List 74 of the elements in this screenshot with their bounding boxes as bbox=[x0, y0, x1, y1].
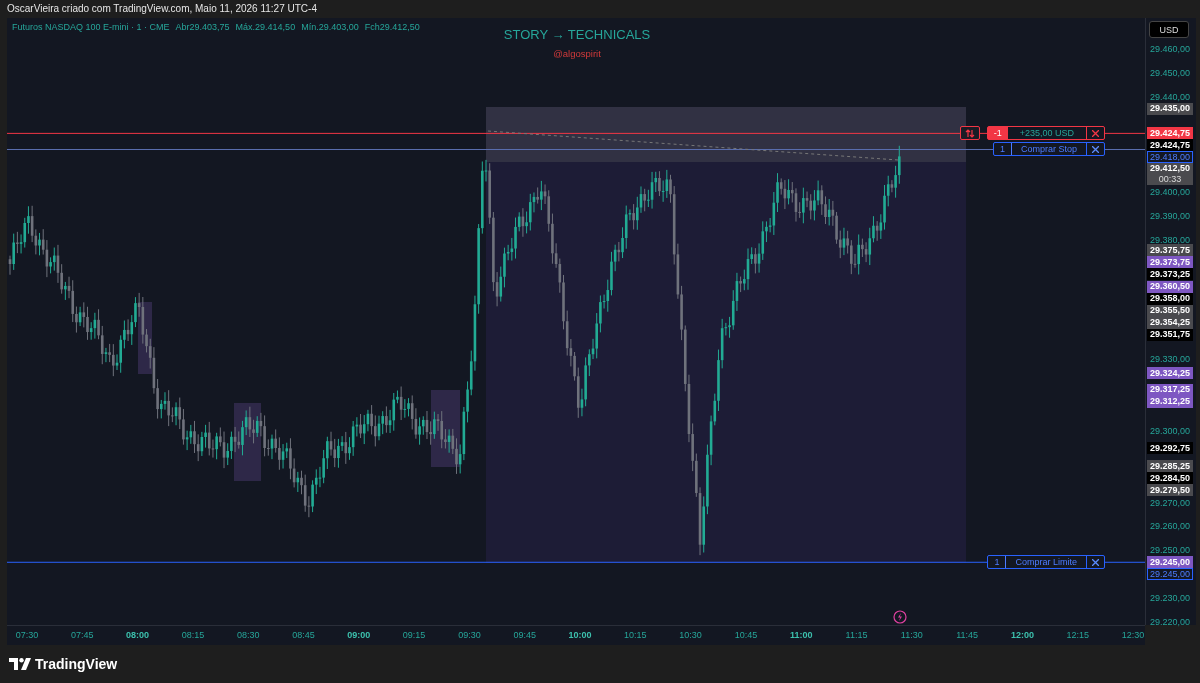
legend-text: Mín.29.403,00 bbox=[301, 22, 359, 32]
time-label: 09:30 bbox=[458, 630, 481, 640]
price-tag: 29.412,50 00:33 bbox=[1147, 163, 1193, 186]
price-tag: 29.245,00 bbox=[1147, 568, 1193, 581]
price-label: 29.440,00 bbox=[1150, 92, 1191, 102]
legend-text: Abr29.403,75 bbox=[175, 22, 230, 32]
time-label: 11:00 bbox=[789, 630, 813, 640]
brand-name: TradingView bbox=[35, 656, 118, 672]
price-label: 29.400,00 bbox=[1150, 187, 1191, 198]
chart-headline: STORY → TECHNICALS bbox=[503, 27, 651, 42]
price-label: 29.330,00 bbox=[1150, 354, 1191, 365]
profit-label: +235,00 USD bbox=[1007, 127, 1087, 140]
price-tag: 29.418,00 bbox=[1147, 151, 1193, 164]
time-label: 07:45 bbox=[71, 630, 94, 640]
time-label: 12:00 bbox=[1010, 630, 1034, 640]
time-label: 08:15 bbox=[181, 630, 205, 640]
price-label: 29.250,00 bbox=[1150, 545, 1191, 556]
order-label: Comprar Limite bbox=[1006, 556, 1087, 569]
time-label: 08:30 bbox=[236, 630, 260, 640]
price-tag: 29.285,25 bbox=[1147, 460, 1193, 473]
price-tag: 29.360,50 bbox=[1147, 280, 1193, 293]
time-label: 09:15 bbox=[402, 630, 426, 640]
price-tag: 29.292,75 bbox=[1147, 442, 1193, 455]
time-label: 07:30 bbox=[15, 630, 39, 640]
price-label: 29.220,00 bbox=[1150, 616, 1191, 627]
price-tag: 29.373,75 bbox=[1147, 256, 1193, 269]
close-icon bbox=[1092, 558, 1099, 566]
price-tag: 29.317,25 bbox=[1147, 383, 1193, 396]
price-label: 29.450,00 bbox=[1150, 68, 1191, 79]
price-tag: 29.373,25 bbox=[1147, 268, 1193, 281]
up-down-arrows-icon bbox=[964, 128, 975, 138]
logo-icon bbox=[9, 658, 31, 670]
price-label: 29.270,00 bbox=[1150, 497, 1191, 508]
time-label: 10:30 bbox=[679, 630, 702, 640]
author-handle: @algospirit bbox=[553, 48, 601, 59]
reverse-position-button[interactable] bbox=[959, 126, 980, 141]
price-tag: 29.424,75 bbox=[1147, 139, 1193, 152]
time-label: 12:30 bbox=[1121, 630, 1145, 640]
price-label: 29.380,00 bbox=[1150, 235, 1191, 246]
time-label: 10:00 bbox=[568, 630, 592, 640]
price-tag: 29.284,50 bbox=[1147, 472, 1193, 485]
order-quantity: 1 bbox=[988, 556, 1007, 569]
price-label: 29.390,00 bbox=[1150, 211, 1191, 222]
time-label: 08:00 bbox=[126, 630, 150, 640]
currency-button[interactable]: USD bbox=[1149, 21, 1189, 38]
time-label: 11:30 bbox=[900, 630, 923, 640]
price-label: 29.460,00 bbox=[1150, 44, 1191, 55]
time-label: 09:45 bbox=[513, 630, 536, 640]
time-label: 08:45 bbox=[292, 630, 315, 640]
time-label: 10:15 bbox=[624, 630, 647, 640]
time-label: 11:15 bbox=[845, 630, 868, 640]
close-icon bbox=[1092, 146, 1099, 153]
time-label: 12:15 bbox=[1066, 630, 1089, 640]
price-label: 29.300,00 bbox=[1150, 426, 1191, 437]
order-quantity: 1 bbox=[993, 143, 1012, 156]
order-label: Comprar Stop bbox=[1011, 143, 1087, 156]
time-label: 09:00 bbox=[347, 630, 371, 640]
legend-text: Fch29.412,50 bbox=[364, 22, 420, 32]
time-label: 10:45 bbox=[734, 630, 758, 640]
close-icon bbox=[1092, 129, 1099, 137]
chart-caption: OscarVieira criado com TradingView.com, Maio 11, 2026 11:27 UTC-4 bbox=[6, 2, 318, 16]
position-quantity: -1 bbox=[987, 127, 1008, 140]
price-tag: 29.424,75 bbox=[1147, 127, 1193, 140]
price-tag: 29.279,50 bbox=[1147, 484, 1193, 497]
legend-text: Futuros NASDAQ 100 E-mini · 1 · CME bbox=[12, 22, 170, 32]
price-tag: 29.245,00 bbox=[1147, 556, 1193, 569]
lightning-icon[interactable] bbox=[893, 610, 907, 624]
price-tag: 29.324,25 bbox=[1147, 367, 1193, 380]
legend-text: Máx.29.414,50 bbox=[235, 22, 296, 32]
price-tag: 29.435,00 bbox=[1147, 102, 1193, 115]
price-label: 29.260,00 bbox=[1150, 521, 1191, 532]
price-label: 29.230,00 bbox=[1150, 593, 1191, 604]
time-label: 11:45 bbox=[956, 630, 978, 640]
price-tag: 29.375,75 bbox=[1147, 244, 1193, 257]
